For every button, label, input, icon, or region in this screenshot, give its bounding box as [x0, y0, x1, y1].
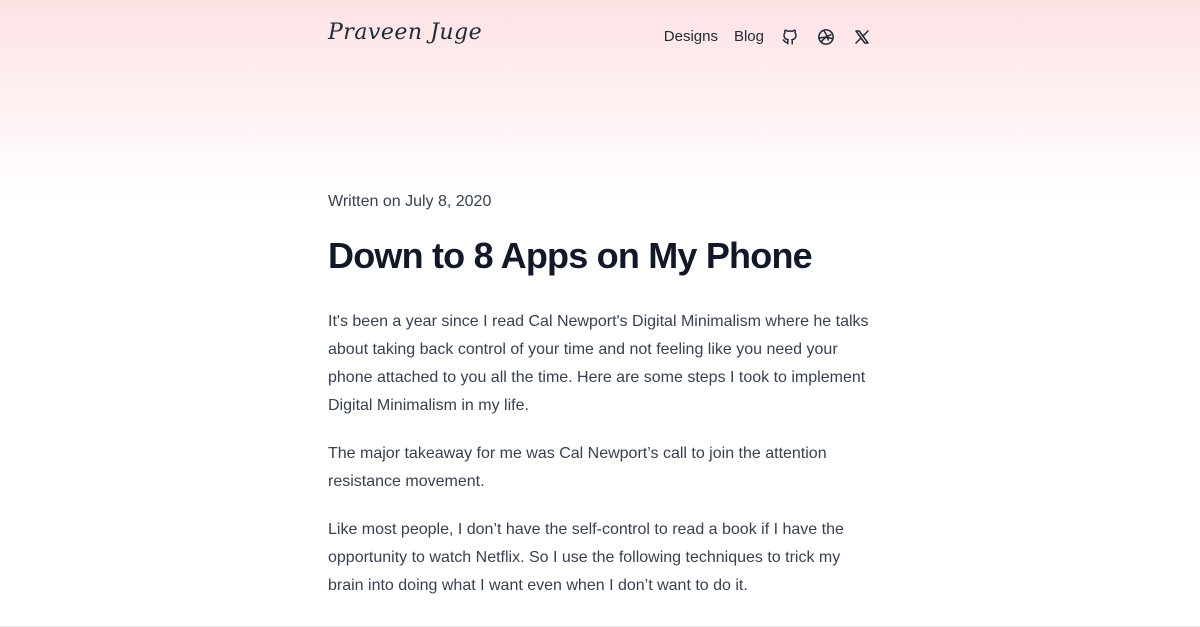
- post-body: It's been a year since I read Cal Newpor…: [328, 308, 872, 620]
- post-paragraph: The major takeaway for me was Cal Newpor…: [328, 445, 827, 490]
- dribbble-icon: [818, 29, 834, 45]
- nav-designs-link[interactable]: Designs: [664, 24, 718, 50]
- post-paragraph: Like most people, I don’t have the self-…: [328, 521, 844, 594]
- x-icon: [855, 30, 869, 44]
- github-link[interactable]: [780, 27, 800, 47]
- post-date: Written on July 8, 2020: [328, 193, 492, 210]
- post-paragraph: It's been a year since I read Cal Newpor…: [328, 313, 869, 414]
- dribbble-link[interactable]: [816, 27, 836, 47]
- main-nav: Designs Blog: [664, 24, 872, 50]
- post-title: Down to 8 Apps on My Phone: [328, 235, 813, 276]
- github-icon: [782, 29, 797, 45]
- nav-blog-link[interactable]: Blog: [734, 24, 764, 50]
- x-link[interactable]: [852, 27, 872, 47]
- site-header: Praveen Juge Designs Blog: [328, 14, 872, 60]
- site-logo[interactable]: Praveen Juge: [328, 20, 482, 45]
